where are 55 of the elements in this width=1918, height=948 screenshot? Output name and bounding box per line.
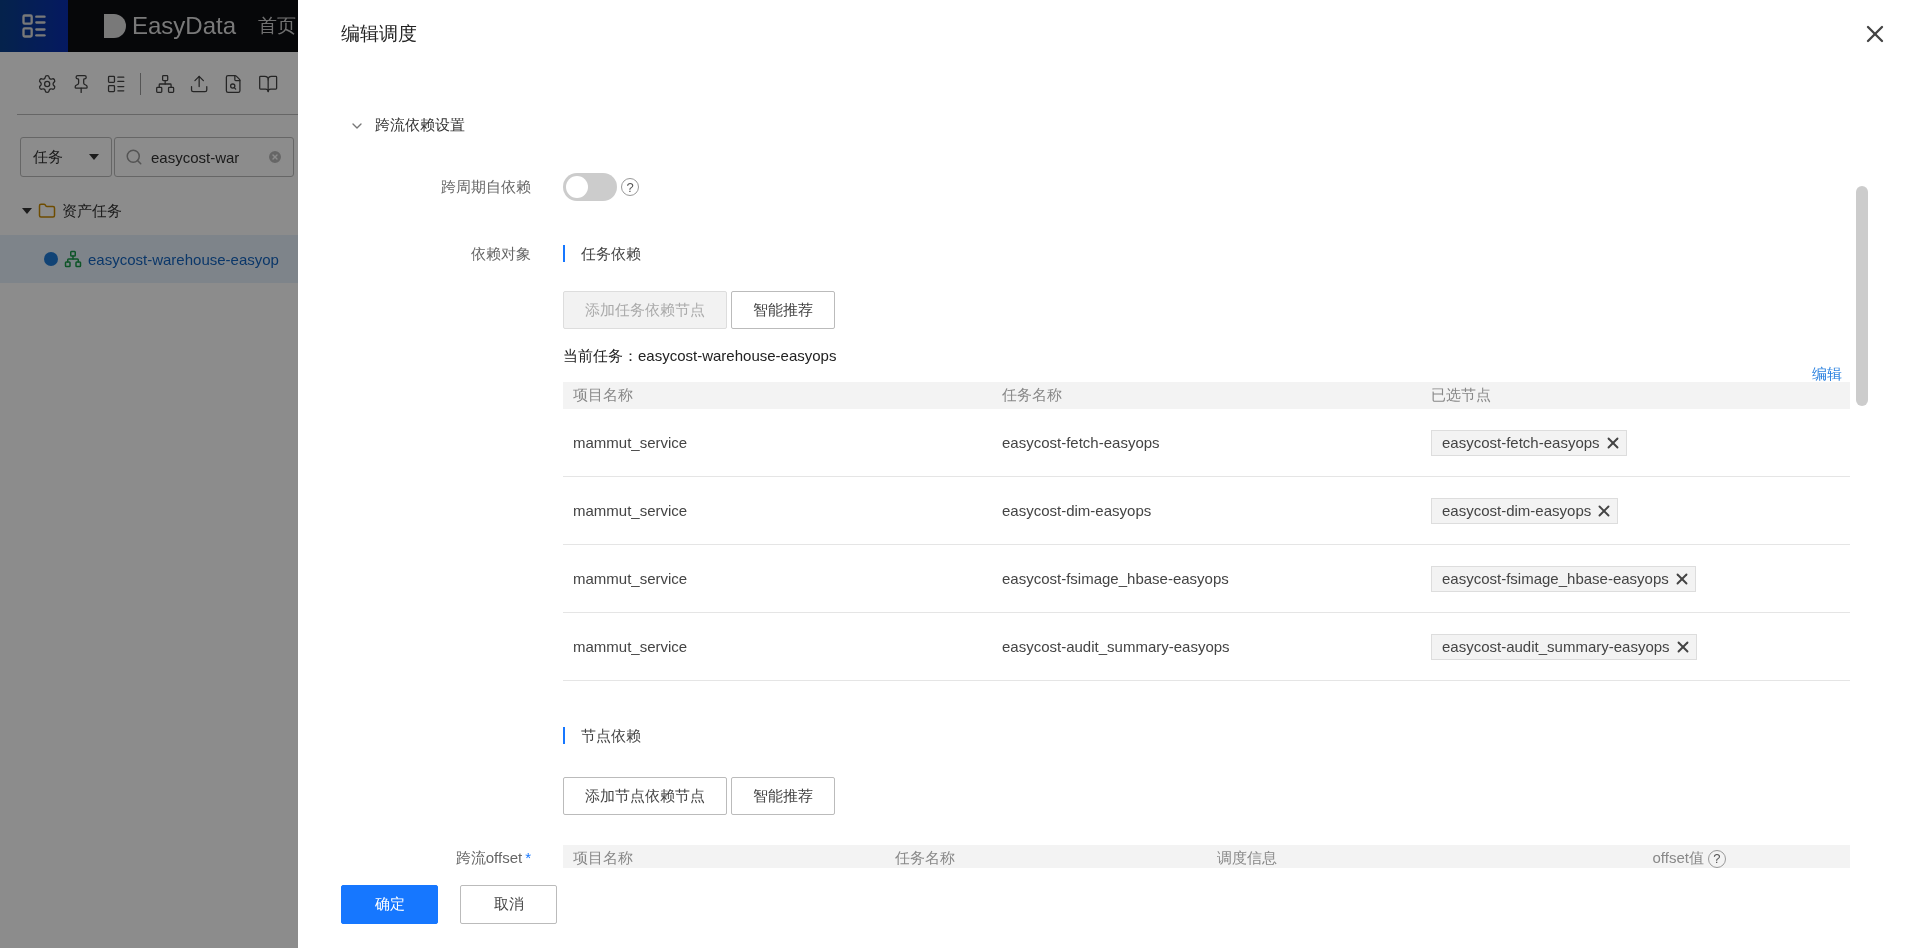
subsection-title: 任务依赖 bbox=[563, 245, 641, 262]
cancel-button[interactable]: 取消 bbox=[460, 885, 557, 924]
tag-label: easycost-dim-easyops bbox=[1442, 502, 1592, 519]
column-label: offset值 bbox=[1652, 849, 1704, 868]
table-cell: mammut_service bbox=[563, 409, 992, 477]
column-header: 任务名称 bbox=[885, 845, 1207, 868]
action-button[interactable]: 添加节点依赖节点 bbox=[563, 777, 727, 815]
table-cell: mammut_service bbox=[563, 477, 992, 545]
code-search-icon[interactable] bbox=[223, 72, 244, 96]
column-header: 调度信息 bbox=[1207, 845, 1529, 868]
column-header: 任务名称 bbox=[992, 382, 1421, 409]
nav-link[interactable]: 首页 bbox=[258, 13, 297, 39]
field-label: 跨流offset * bbox=[454, 849, 531, 868]
column-header: 项目名称 bbox=[563, 382, 992, 409]
table-cell: easycost-fetch-easyops bbox=[992, 409, 1421, 477]
current-task-text: 当前任务：easycost-warehouse-easyops bbox=[563, 347, 837, 366]
brand-name: EasyData bbox=[132, 12, 237, 40]
type-select[interactable]: 任务 bbox=[20, 137, 112, 177]
table-cell: mammut_service bbox=[563, 613, 992, 681]
dot-icon bbox=[44, 252, 58, 266]
table-cell: easycost-audit_summary-easyops bbox=[992, 613, 1421, 681]
tag-label: easycost-fsimage_hbase-easyops bbox=[1442, 570, 1669, 587]
table-cell: easycost-fsimage_hbase-easyops bbox=[992, 545, 1421, 613]
settings-icon[interactable] bbox=[37, 72, 58, 96]
confirm-button[interactable]: 确定 bbox=[341, 885, 438, 924]
column-header: 项目名称 bbox=[563, 845, 885, 868]
action-button[interactable]: 智能推荐 bbox=[731, 291, 835, 329]
drawer-title: 编辑调度 bbox=[341, 22, 417, 46]
logo-icon bbox=[102, 12, 126, 40]
folder-icon bbox=[38, 202, 56, 220]
scrollbar-thumb[interactable] bbox=[1856, 186, 1868, 406]
column-header: 已选节点 bbox=[1421, 382, 1850, 409]
brand-logo[interactable]: EasyData bbox=[102, 12, 237, 40]
caret-icon[interactable] bbox=[22, 208, 32, 214]
subsection-title: 节点依赖 bbox=[563, 727, 641, 744]
tree-item[interactable]: 资产任务 bbox=[0, 187, 298, 235]
field-label: 跨周期自依赖 bbox=[440, 177, 531, 197]
menu-icon bbox=[20, 12, 48, 40]
menu-button[interactable] bbox=[0, 0, 68, 52]
action-button[interactable]: 智能推荐 bbox=[731, 777, 835, 815]
search-field[interactable]: easycost-war bbox=[114, 137, 294, 177]
edit-link[interactable]: 编辑 bbox=[1812, 365, 1842, 384]
tag-label: easycost-audit_summary-easyops bbox=[1442, 638, 1670, 655]
section-header[interactable]: 跨流依赖设置 bbox=[341, 116, 465, 135]
toggle-switch[interactable] bbox=[563, 173, 617, 201]
tag-label: easycost-fetch-easyops bbox=[1442, 434, 1600, 451]
tree-label: 资产任务 bbox=[62, 201, 122, 221]
field-label: 依赖对象 bbox=[470, 244, 531, 264]
hierarchy-icon bbox=[64, 250, 82, 268]
hierarchy-icon[interactable] bbox=[154, 72, 176, 96]
table-cell: mammut_service bbox=[563, 545, 992, 613]
table-cell: easycost-dim-easyops bbox=[992, 477, 1421, 545]
tree-label: easycost-warehouse-easyop bbox=[88, 250, 279, 268]
tree-item[interactable]: easycost-warehouse-easyop bbox=[0, 235, 298, 283]
search-icon bbox=[125, 148, 143, 166]
